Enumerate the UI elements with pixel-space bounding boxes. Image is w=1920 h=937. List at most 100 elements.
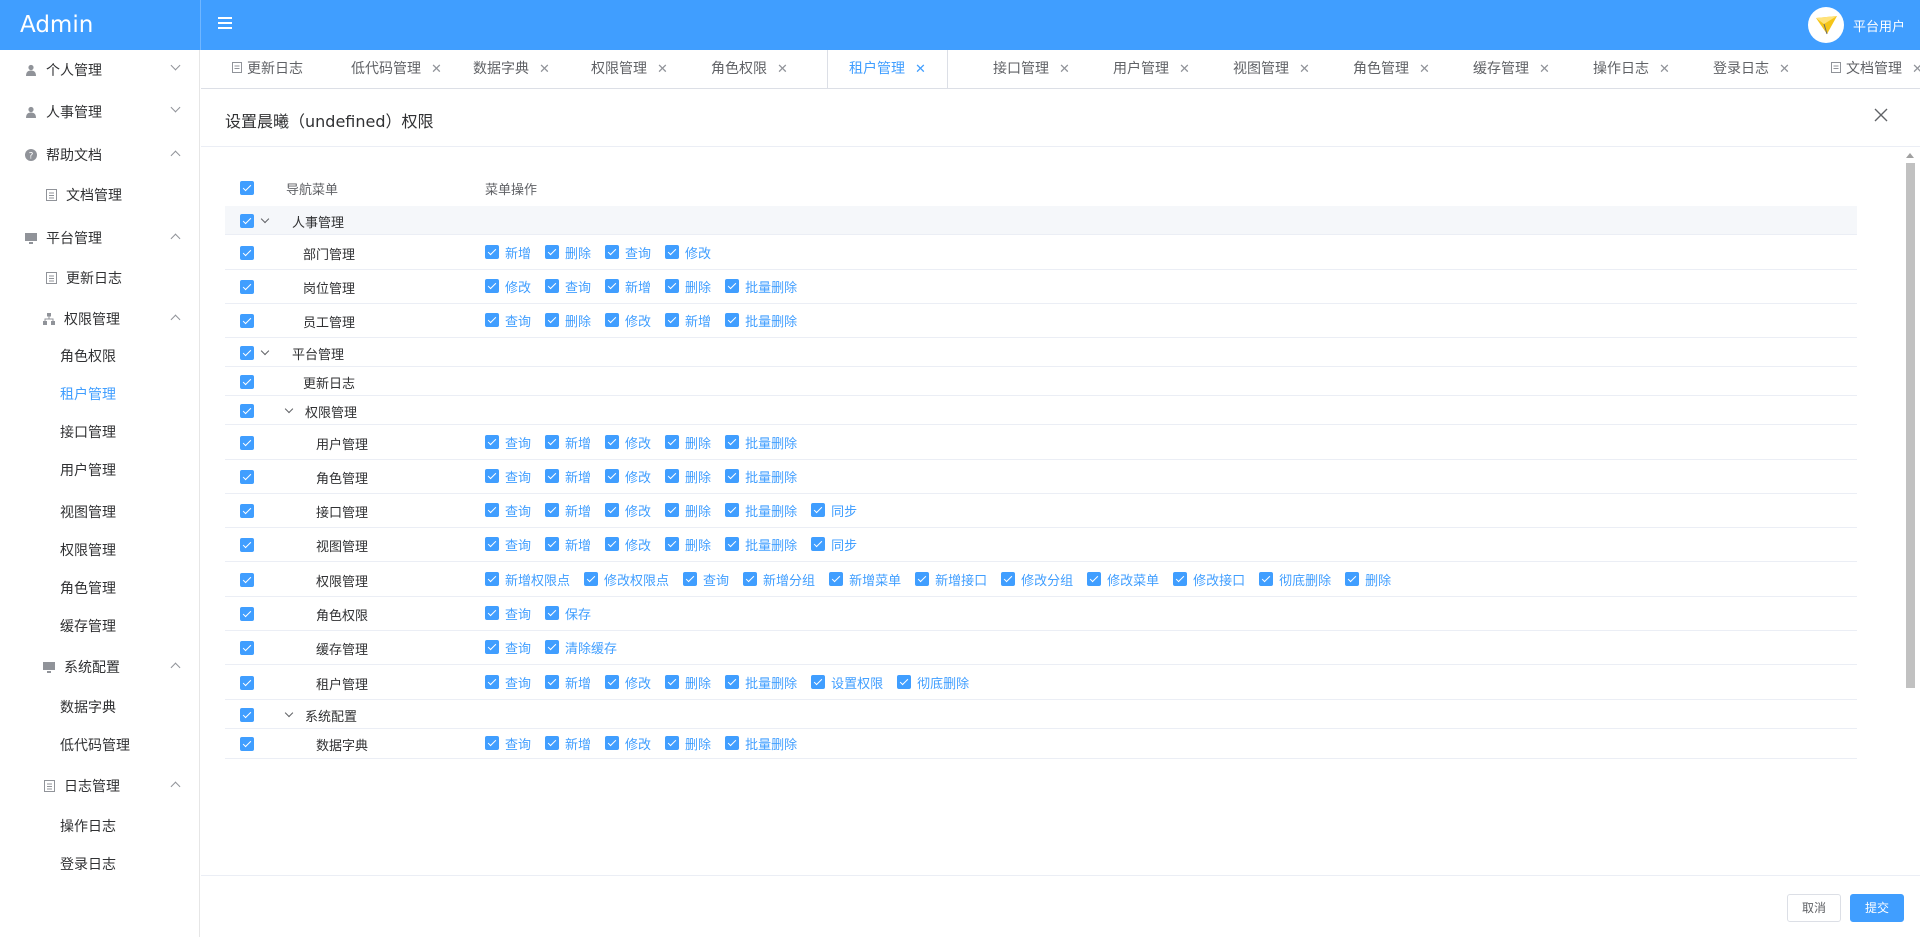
tab-1[interactable]: 低代码管理 ✕ xyxy=(351,50,442,88)
operation-check-icon[interactable] xyxy=(605,503,620,517)
operation-checkbox[interactable]: 删除 xyxy=(545,311,591,330)
operation-check-icon[interactable] xyxy=(485,606,499,620)
sidebar-item[interactable]: 操作日志 xyxy=(0,806,199,846)
operation-check-icon[interactable] xyxy=(485,736,499,750)
dialog-scrollbar[interactable] xyxy=(1904,153,1916,875)
submit-button[interactable]: 提交 xyxy=(1849,894,1904,922)
operation-check-icon[interactable] xyxy=(1259,572,1274,586)
sidebar-item[interactable]: 角色管理 xyxy=(0,568,199,608)
operation-check-icon[interactable] xyxy=(811,675,826,689)
operation-check-icon[interactable] xyxy=(584,572,599,586)
operation-checkbox[interactable]: 查询 xyxy=(485,535,531,554)
operation-check-icon[interactable] xyxy=(545,537,560,551)
operation-checkbox[interactable]: 修改分组 xyxy=(1001,570,1073,589)
operation-check-icon[interactable] xyxy=(605,736,620,750)
operation-check-icon[interactable] xyxy=(485,435,499,449)
scroll-up-arrow-icon[interactable] xyxy=(1906,153,1914,158)
tab-12[interactable]: 登录日志 ✕ xyxy=(1713,50,1790,88)
tab-2[interactable]: 数据字典 ✕ xyxy=(473,50,550,88)
close-icon[interactable]: ✕ xyxy=(1779,62,1790,77)
operation-checkbox[interactable]: 新增菜单 xyxy=(829,570,901,589)
row-checkbox[interactable] xyxy=(240,737,254,751)
operation-check-icon[interactable] xyxy=(545,675,560,689)
scrollbar-thumb[interactable] xyxy=(1906,163,1915,688)
operation-check-icon[interactable] xyxy=(743,572,758,586)
operation-checkbox[interactable]: 批量删除 xyxy=(725,311,797,330)
operation-check-icon[interactable] xyxy=(485,245,499,259)
operation-check-icon[interactable] xyxy=(665,435,680,449)
close-icon[interactable]: ✕ xyxy=(1659,62,1670,77)
operation-checkbox[interactable]: 新增 xyxy=(545,467,591,486)
sidebar-item[interactable]: 登录日志 xyxy=(0,844,199,884)
operation-checkbox[interactable]: 删除 xyxy=(545,243,591,262)
sidebar-item[interactable]: ? 帮助文档 xyxy=(0,135,199,175)
operation-check-icon[interactable] xyxy=(1173,572,1188,586)
operation-checkbox[interactable]: 删除 xyxy=(665,433,711,452)
operation-check-icon[interactable] xyxy=(725,537,740,551)
operation-checkbox[interactable]: 删除 xyxy=(665,277,711,296)
operation-check-icon[interactable] xyxy=(725,469,740,483)
tab-8[interactable]: 视图管理 ✕ xyxy=(1233,50,1310,88)
operation-check-icon[interactable] xyxy=(665,503,680,517)
operation-checkbox[interactable]: 新增 xyxy=(545,673,591,692)
operation-checkbox[interactable]: 批量删除 xyxy=(725,673,797,692)
close-icon[interactable]: ✕ xyxy=(1059,62,1070,77)
operation-check-icon[interactable] xyxy=(665,675,680,689)
sidebar-item[interactable]: 人事管理 xyxy=(0,92,199,132)
operation-check-icon[interactable] xyxy=(1087,572,1102,586)
operation-checkbox[interactable]: 删除 xyxy=(1345,570,1391,589)
operation-checkbox[interactable]: 修改 xyxy=(665,243,711,262)
sidebar-item[interactable]: 数据字典 xyxy=(0,687,199,727)
operation-checkbox[interactable]: 批量删除 xyxy=(725,277,797,296)
sidebar-item[interactable]: 缓存管理 xyxy=(0,606,199,646)
close-icon[interactable]: ✕ xyxy=(777,62,788,77)
operation-check-icon[interactable] xyxy=(605,469,620,483)
tab-10[interactable]: 缓存管理 ✕ xyxy=(1473,50,1550,88)
row-checkbox[interactable] xyxy=(240,246,254,260)
operation-check-icon[interactable] xyxy=(665,245,680,259)
operation-checkbox[interactable]: 批量删除 xyxy=(725,467,797,486)
operation-check-icon[interactable] xyxy=(811,503,826,517)
operation-checkbox[interactable]: 修改 xyxy=(605,734,651,753)
sidebar-item[interactable]: 文档管理 xyxy=(0,175,199,215)
operation-check-icon[interactable] xyxy=(665,537,680,551)
row-checkbox[interactable] xyxy=(240,404,254,418)
operation-check-icon[interactable] xyxy=(725,736,740,750)
operation-check-icon[interactable] xyxy=(485,279,499,293)
operation-check-icon[interactable] xyxy=(683,572,698,586)
operation-checkbox[interactable]: 批量删除 xyxy=(725,433,797,452)
close-icon[interactable]: ✕ xyxy=(1179,62,1190,77)
row-checkbox[interactable] xyxy=(240,641,254,655)
operation-checkbox[interactable]: 修改 xyxy=(605,535,651,554)
sidebar-item[interactable]: 低代码管理 xyxy=(0,725,199,765)
operation-checkbox[interactable]: 新增 xyxy=(605,277,651,296)
operation-checkbox[interactable]: 查询 xyxy=(485,433,531,452)
tab-5[interactable]: 租户管理 ✕ xyxy=(827,50,948,88)
row-checkbox[interactable] xyxy=(240,607,254,621)
operation-check-icon[interactable] xyxy=(485,572,499,586)
row-checkbox[interactable] xyxy=(240,314,254,328)
row-checkbox[interactable] xyxy=(240,436,254,450)
operation-checkbox[interactable]: 彻底删除 xyxy=(1259,570,1331,589)
operation-check-icon[interactable] xyxy=(605,313,620,327)
hamburger-menu-icon[interactable] xyxy=(218,17,232,31)
tab-0[interactable]: 更新日志 xyxy=(232,50,303,88)
operation-check-icon[interactable] xyxy=(915,572,930,586)
operation-check-icon[interactable] xyxy=(485,640,499,654)
operation-check-icon[interactable] xyxy=(605,675,620,689)
operation-check-icon[interactable] xyxy=(485,503,499,517)
sidebar-item[interactable]: 视图管理 xyxy=(0,492,199,532)
operation-checkbox[interactable]: 新增分组 xyxy=(743,570,815,589)
operation-check-icon[interactable] xyxy=(725,435,740,449)
tab-4[interactable]: 角色权限 ✕ xyxy=(711,50,788,88)
sidebar-item[interactable]: 平台管理 xyxy=(0,218,199,258)
operation-check-icon[interactable] xyxy=(665,279,680,293)
operation-check-icon[interactable] xyxy=(605,435,620,449)
sidebar-item[interactable]: 日志管理 xyxy=(0,766,199,806)
operation-check-icon[interactable] xyxy=(605,279,620,293)
operation-checkbox[interactable]: 新增权限点 xyxy=(485,570,570,589)
chevron-down-icon[interactable] xyxy=(260,346,270,356)
sidebar-item[interactable]: 用户管理 xyxy=(0,450,199,490)
operation-check-icon[interactable] xyxy=(811,537,826,551)
operation-check-icon[interactable] xyxy=(545,503,560,517)
